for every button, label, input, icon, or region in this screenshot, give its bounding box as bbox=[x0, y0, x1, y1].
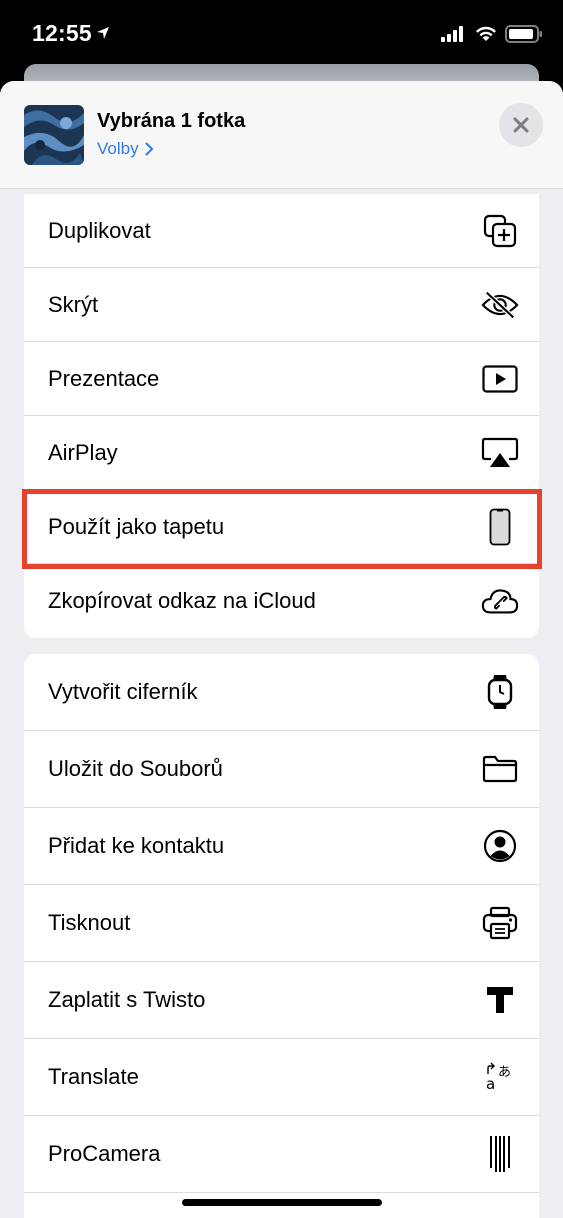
watch-icon bbox=[481, 673, 519, 711]
action-label: Přidat ke kontaktu bbox=[48, 833, 225, 858]
procamera-icon bbox=[481, 1135, 519, 1173]
selection-title: Vybrána 1 fotka bbox=[97, 110, 246, 132]
cloud-link-icon bbox=[481, 582, 519, 620]
action-create-watch-face[interactable]: Vytvořit ciferník bbox=[24, 654, 539, 731]
eye-slash-icon bbox=[481, 286, 519, 324]
printer-icon bbox=[481, 904, 519, 942]
svg-text:あ: あ bbox=[498, 1065, 511, 1080]
action-print[interactable]: Tisknout bbox=[24, 885, 539, 962]
action-label: Translate bbox=[48, 1064, 139, 1089]
action-group-1: Duplikovat Skrýt Prezentace AirPlay Použ… bbox=[24, 194, 539, 638]
action-label: Vytvořit ciferník bbox=[48, 679, 198, 704]
action-label: Použít jako tapetu bbox=[48, 513, 225, 539]
svg-text:a: a bbox=[486, 1075, 495, 1092]
action-group-2: Vytvořit ciferník Uložit do Souborů Přid… bbox=[24, 654, 539, 1218]
person-circle-icon bbox=[481, 827, 519, 865]
action-label: Zaplatit s Twisto bbox=[48, 987, 206, 1012]
status-time: 12:55 bbox=[32, 20, 92, 46]
action-translate[interactable]: Translate aあ bbox=[24, 1039, 539, 1116]
action-use-as-wallpaper[interactable]: Použít jako tapetu bbox=[24, 490, 539, 564]
close-button[interactable] bbox=[499, 103, 543, 147]
folder-icon bbox=[481, 750, 519, 788]
action-slideshow[interactable]: Prezentace bbox=[24, 342, 539, 416]
action-airplay[interactable]: AirPlay bbox=[24, 416, 539, 490]
home-indicator[interactable] bbox=[182, 1199, 382, 1206]
close-icon bbox=[513, 117, 529, 133]
action-label: Tisknout bbox=[48, 910, 131, 935]
twisto-icon bbox=[481, 981, 519, 1019]
battery-icon bbox=[505, 25, 542, 43]
action-pay-with-twisto[interactable]: Zaplatit s Twisto bbox=[24, 962, 539, 1039]
action-copy-icloud-link[interactable]: Zkopírovat odkaz na iCloud bbox=[24, 564, 539, 638]
action-hide[interactable]: Skrýt bbox=[24, 268, 539, 342]
action-save-to-files[interactable]: Uložit do Souborů bbox=[24, 731, 539, 808]
duplicate-icon bbox=[481, 212, 519, 250]
action-label: Duplikovat bbox=[48, 217, 151, 243]
action-duplicate[interactable]: Duplikovat bbox=[24, 194, 539, 268]
action-label: Zkopírovat odkaz na iCloud bbox=[48, 588, 316, 613]
action-label: Skrýt bbox=[48, 291, 99, 317]
status-bar: 12:55 bbox=[0, 0, 563, 64]
play-icon bbox=[481, 360, 519, 398]
location-arrow-icon bbox=[97, 27, 109, 39]
translate-icon: aあ bbox=[481, 1058, 519, 1096]
cellular-signal-icon bbox=[441, 26, 463, 42]
action-add-to-contact[interactable]: Přidat ke kontaktu bbox=[24, 808, 539, 885]
share-sheet-header: Vybrána 1 fotka Volby bbox=[0, 81, 563, 189]
wifi-icon bbox=[476, 26, 496, 41]
action-label: AirPlay bbox=[48, 439, 118, 465]
iphone-icon bbox=[481, 508, 519, 546]
chevron-right-icon bbox=[145, 142, 153, 156]
action-label: Prezentace bbox=[48, 365, 160, 391]
action-label: Uložit do Souborů bbox=[48, 756, 223, 781]
airplay-icon bbox=[481, 434, 519, 472]
action-label: ProCamera bbox=[48, 1141, 161, 1166]
photo-thumbnail bbox=[24, 105, 84, 165]
options-label: Volby bbox=[97, 139, 139, 158]
share-sheet: Vybrána 1 fotka Volby Duplikovat Skrýt P… bbox=[0, 81, 563, 1218]
action-procamera[interactable]: ProCamera bbox=[24, 1116, 539, 1193]
options-link[interactable]: Volby bbox=[97, 139, 154, 159]
